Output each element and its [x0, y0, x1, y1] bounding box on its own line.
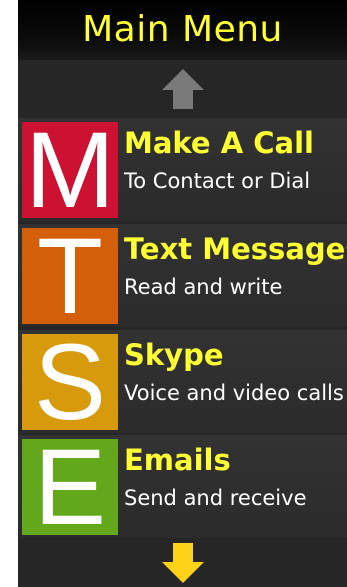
title-bar: Main Menu	[18, 0, 347, 60]
letter-tile-m: M	[22, 122, 118, 218]
menu-item-title: Make A Call	[124, 126, 314, 160]
letter-tile-e: E	[22, 439, 118, 535]
letter-tile-s: S	[22, 334, 118, 430]
arrow-up-icon	[161, 69, 204, 109]
page-title: Main Menu	[82, 9, 283, 50]
menu-item-emails[interactable]: E Emails Send and receive	[18, 435, 347, 538]
menu-item-subtitle: Send and receive	[124, 486, 307, 510]
menu-item-skype[interactable]: S Skype Voice and video calls	[18, 330, 347, 433]
menu-item-subtitle: Voice and video calls	[124, 381, 344, 405]
menu-item-make-a-call[interactable]: M Make A Call To Contact or Dial	[18, 118, 347, 221]
menu-item-text: Make A Call To Contact or Dial	[124, 126, 347, 194]
menu-item-title: Skype	[124, 338, 224, 372]
menu-item-title: Emails	[124, 443, 231, 477]
menu-item-text: Skype Voice and video calls	[124, 338, 347, 406]
menu-item-text-messages[interactable]: T Text Messages Read and write	[18, 224, 347, 327]
menu-item-text: Text Messages Read and write	[124, 232, 347, 300]
letter-tile-t: T	[22, 228, 118, 324]
menu-item-subtitle: Read and write	[124, 275, 283, 299]
menu-item-title: Text Messages	[124, 232, 347, 266]
scroll-down-button[interactable]	[18, 538, 347, 587]
menu-item-text: Emails Send and receive	[124, 443, 347, 511]
arrow-down-icon	[161, 542, 204, 583]
scroll-up-button[interactable]	[18, 62, 347, 116]
app-screen: Main Menu M Make A Call To Contact or Di…	[18, 0, 347, 587]
menu-item-subtitle: To Contact or Dial	[124, 169, 311, 193]
